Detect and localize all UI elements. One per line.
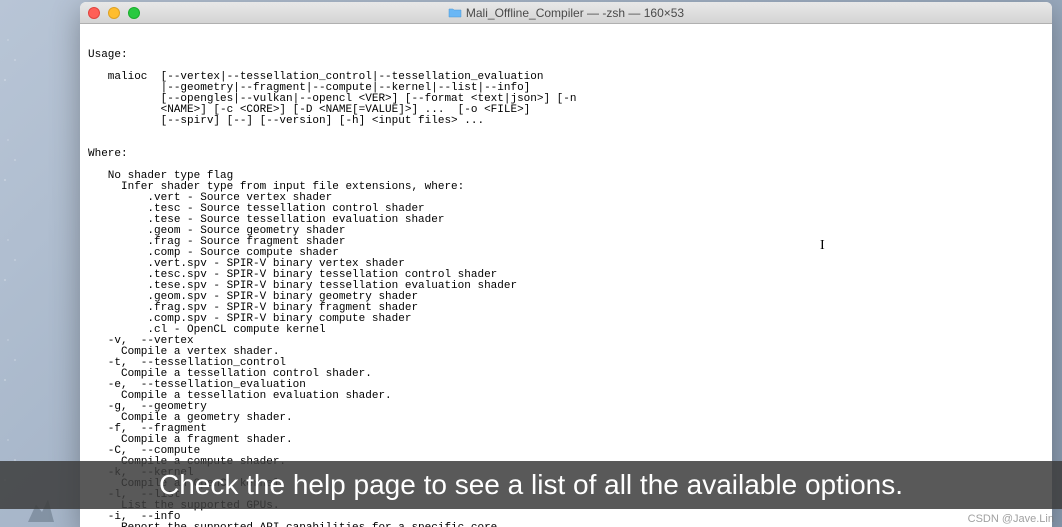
minimize-button[interactable] bbox=[108, 7, 120, 19]
folder-icon bbox=[448, 7, 462, 18]
text-cursor: I bbox=[820, 239, 825, 253]
traffic-lights bbox=[80, 7, 140, 19]
caption-overlay: Check the help page to see a list of all… bbox=[0, 461, 1062, 509]
terminal-body[interactable]: Usage: malioc [--vertex|--tessellation_c… bbox=[80, 24, 1052, 527]
terminal-output: Usage: malioc [--vertex|--tessellation_c… bbox=[88, 50, 1044, 527]
maximize-button[interactable] bbox=[128, 7, 140, 19]
window-title-container: Mali_Offline_Compiler — -zsh — 160×53 bbox=[80, 6, 1052, 20]
terminal-window: Mali_Offline_Compiler — -zsh — 160×53 Us… bbox=[80, 2, 1052, 527]
window-titlebar[interactable]: Mali_Offline_Compiler — -zsh — 160×53 bbox=[80, 2, 1052, 24]
close-button[interactable] bbox=[88, 7, 100, 19]
watermark: CSDN @Jave.Lin bbox=[968, 513, 1054, 525]
window-title: Mali_Offline_Compiler — -zsh — 160×53 bbox=[466, 6, 684, 20]
